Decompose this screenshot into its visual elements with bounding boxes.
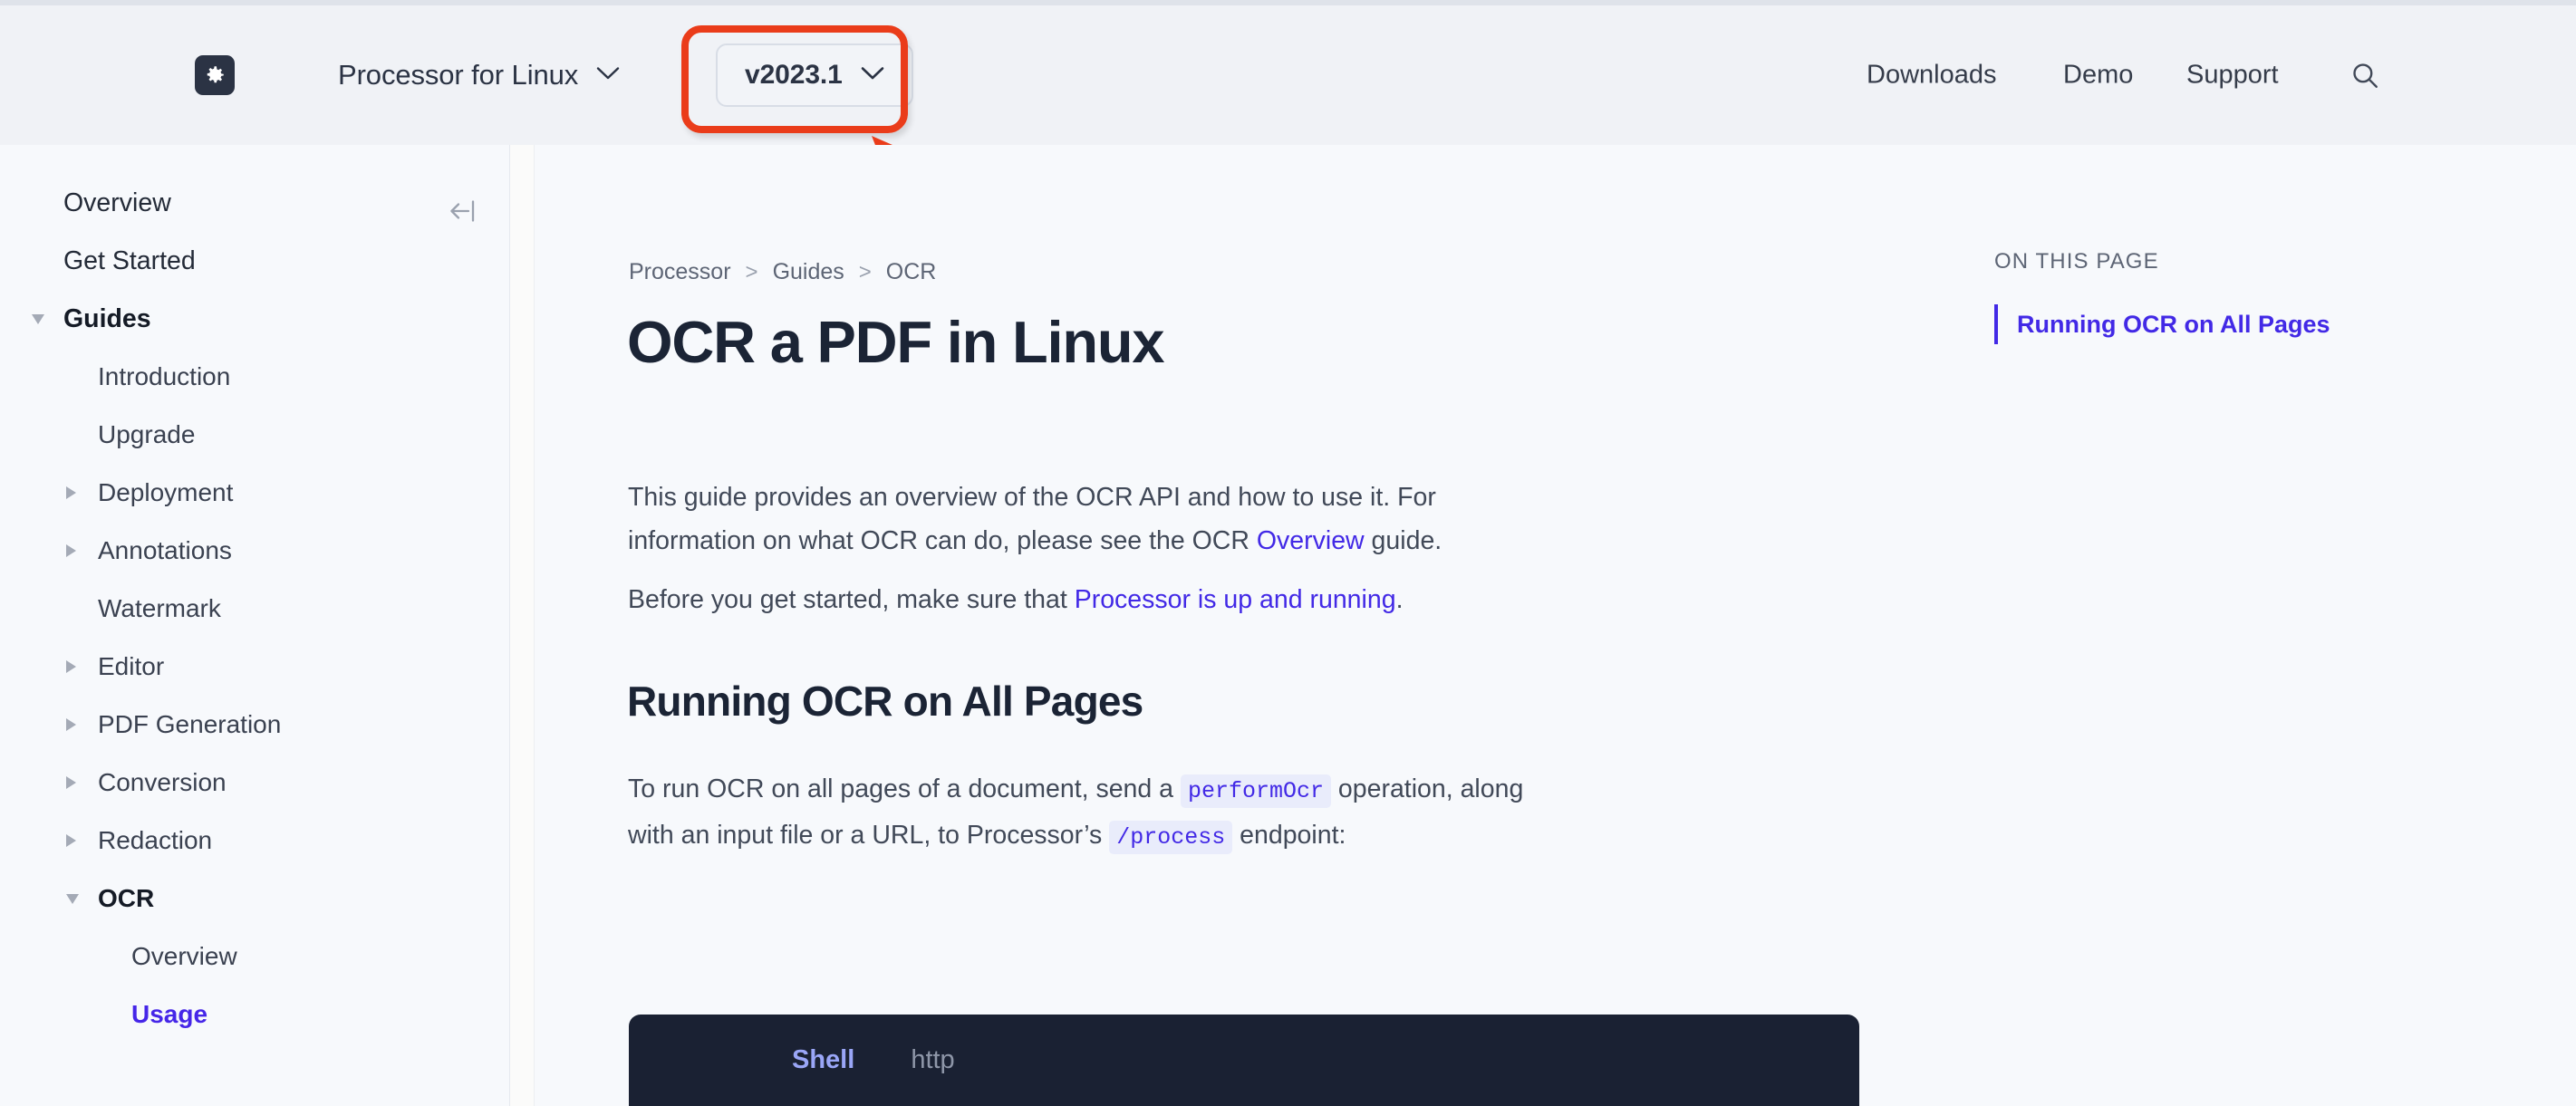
sidebar-item-label: Overview (63, 188, 171, 217)
prereq-text-after: . (1395, 585, 1404, 614)
header-nav-support[interactable]: Support (2186, 61, 2279, 91)
sidebar-item-guides[interactable]: Guides (0, 290, 509, 348)
inline-code-process-endpoint: /process (1109, 821, 1233, 854)
breadcrumb-item-ocr[interactable]: OCR (886, 259, 937, 285)
sidebar-item-label: OCR (98, 884, 155, 912)
sidebar-item-conversion[interactable]: Conversion (0, 754, 509, 812)
header-nav-demo[interactable]: Demo (2063, 61, 2133, 91)
sidebar-item-label: Guides (63, 303, 151, 333)
sidebar-item-upgrade[interactable]: Upgrade (0, 406, 509, 464)
sidebar-item-editor[interactable]: Editor (0, 638, 509, 696)
usage-paragraph: To run OCR on all pages of a document, s… (628, 767, 1570, 860)
code-sample-block: Shell http (629, 1015, 1859, 1106)
caret-right-icon[interactable] (66, 776, 76, 789)
page-title: OCR a PDF in Linux (627, 309, 1165, 375)
usage-text-3: endpoint: (1232, 821, 1346, 850)
sidebar-item-redaction[interactable]: Redaction (0, 812, 509, 870)
product-selector-label: Processor for Linux (338, 59, 579, 91)
sidebar-item-label: Upgrade (98, 420, 196, 448)
inline-code-performocr: performOcr (1180, 774, 1331, 808)
code-tab-bar: Shell http (629, 1015, 1859, 1106)
caret-right-icon[interactable] (66, 660, 76, 673)
sidebar-item-label: Overview (131, 942, 237, 970)
sidebar-item-label: Conversion (98, 768, 227, 796)
sidebar-scrollbar-track[interactable] (510, 145, 1041, 1106)
sidebar-item-label: Redaction (98, 826, 213, 854)
sidebar-item-label: Annotations (98, 536, 232, 564)
breadcrumb: Processor > Guides > OCR (629, 259, 936, 285)
breadcrumb-item-processor[interactable]: Processor (629, 259, 731, 285)
sidebar-nav-list: Overview Get Started Guides Introduction Upg… (0, 174, 509, 1043)
caret-right-icon[interactable] (66, 718, 76, 731)
on-this-page-item-running-ocr[interactable]: Running OCR on All Pages (2017, 304, 2465, 344)
breadcrumb-item-guides[interactable]: Guides (773, 259, 844, 285)
caret-right-icon[interactable] (66, 834, 76, 847)
sidebar-item-label: Usage (131, 1000, 208, 1028)
usage-text-1: To run OCR on all pages of a document, s… (628, 774, 1181, 803)
sidebar-item-label: Editor (98, 652, 165, 680)
sidebar-item-annotations[interactable]: Annotations (0, 522, 509, 580)
section-heading-running-ocr: Running OCR on All Pages (627, 678, 1143, 725)
sidebar-item-introduction[interactable]: Introduction (0, 348, 509, 406)
code-tab-http[interactable]: http (883, 1045, 982, 1106)
on-this-page-list: Running OCR on All Pages (1994, 304, 2465, 344)
ocr-overview-link[interactable]: Overview (1257, 526, 1365, 555)
sidebar-item-label: PDF Generation (98, 710, 282, 738)
on-this-page-label: ON THIS PAGE (1994, 249, 2159, 274)
left-sidebar: Overview Get Started Guides Introduction Upg… (0, 145, 510, 1106)
prerequisite-paragraph: Before you get started, make sure that P… (628, 578, 1534, 621)
sidebar-item-ocr[interactable]: OCR (0, 870, 509, 928)
intro-paragraph: This guide provides an overview of the O… (628, 476, 1534, 563)
sidebar-item-get-started[interactable]: Get Started (0, 232, 509, 290)
sidebar-item-usage[interactable]: Usage (0, 986, 509, 1043)
header-nav-downloads[interactable]: Downloads (1867, 61, 1996, 91)
version-selector-label: v2023.1 (745, 60, 843, 90)
chevron-down-icon (861, 66, 884, 85)
code-tab-shell[interactable]: Shell (764, 1045, 883, 1106)
sidebar-item-label: Introduction (98, 362, 231, 390)
search-icon[interactable] (2347, 57, 2383, 93)
caret-right-icon[interactable] (66, 486, 76, 499)
sidebar-item-deployment[interactable]: Deployment (0, 464, 509, 522)
product-selector[interactable]: Processor for Linux (338, 59, 620, 91)
sidebar-item-label: Get Started (63, 245, 196, 275)
logo-gear-icon[interactable] (195, 55, 235, 95)
sidebar-item-label: Watermark (98, 594, 221, 622)
caret-right-icon[interactable] (66, 544, 76, 557)
sidebar-item-overview[interactable]: Overview (0, 928, 509, 986)
prereq-text-before: Before you get started, make sure that (628, 585, 1075, 614)
intro-text-after: guide. (1364, 526, 1442, 555)
sidebar-item-pdf-generation[interactable]: PDF Generation (0, 696, 509, 754)
on-this-page-panel: ON THIS PAGE Running OCR on All Pages (1994, 249, 2465, 344)
sidebar-item-label: Deployment (98, 478, 234, 506)
caret-down-icon[interactable] (32, 313, 44, 324)
caret-down-icon[interactable] (66, 893, 79, 904)
processor-running-link[interactable]: Processor is up and running (1075, 585, 1396, 614)
version-selector[interactable]: v2023.1 (716, 43, 913, 107)
chevron-down-icon (596, 66, 620, 85)
breadcrumb-separator-icon: > (745, 259, 758, 284)
main-content: Processor > Guides > OCR OCR a PDF in Li… (535, 145, 2576, 1106)
sidebar-item-watermark[interactable]: Watermark (0, 580, 509, 638)
breadcrumb-separator-icon: > (858, 259, 872, 284)
sidebar-item-overview[interactable]: Overview (0, 174, 509, 232)
site-header: Processor for Linux v2023.1 Downloads De… (0, 5, 2576, 145)
